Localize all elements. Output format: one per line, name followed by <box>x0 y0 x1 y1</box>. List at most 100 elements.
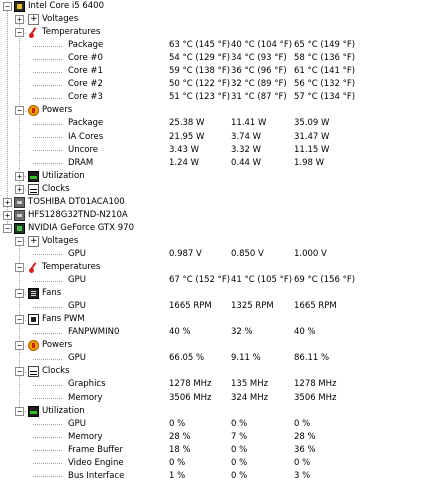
sensor-min: 32 °C (89 °F) <box>231 79 287 90</box>
sensor-min: 135 MHz <box>231 379 269 390</box>
sensor-max: 3506 MHz <box>294 392 337 403</box>
node-label: Utilization <box>42 405 85 416</box>
collapse-icon[interactable]: − <box>15 263 24 272</box>
collapse-icon[interactable]: − <box>15 289 24 299</box>
sensor-max: 1278 MHz <box>294 379 337 390</box>
sensor-row-frame-buffer[interactable]: Frame Buffer 18 % 0 % 36 % <box>0 444 440 457</box>
collapse-icon[interactable]: − <box>15 236 24 246</box>
sensor-max: 1665 RPM <box>294 301 337 312</box>
fan-pwm-icon <box>28 314 39 326</box>
collapse-icon[interactable]: − <box>3 223 12 233</box>
node-label: Temperatures <box>42 262 101 272</box>
sensor-label: DRAM <box>68 157 94 168</box>
expand-icon[interactable]: + <box>3 197 12 207</box>
node-label: TOSHIBA DT01ACA100 <box>28 196 125 207</box>
tree-node-utilization[interactable]: − Utilization <box>0 405 440 418</box>
tree-node-hfs128g32tnd-n210a[interactable]: + HFS128G32TND-N210A <box>0 209 440 222</box>
sensor-label: GPU <box>68 353 86 364</box>
sensor-max: 0 % <box>294 457 311 468</box>
collapse-icon[interactable]: − <box>15 315 24 325</box>
tree-node-temperatures[interactable]: − Temperatures <box>0 26 440 39</box>
sensor-min: 0 % <box>231 444 248 455</box>
collapse-icon[interactable]: − <box>15 28 24 38</box>
sensor-row-graphics[interactable]: Graphics 1278 MHz 135 MHz 1278 MHz <box>0 378 440 391</box>
node-label: Temperatures <box>42 27 101 38</box>
sensor-row-gpu[interactable]: GPU 0 % 0 % 0 % <box>0 418 440 431</box>
sensor-min: 3.74 W <box>231 131 262 142</box>
sensor-value: 63 °C (145 °F) <box>169 40 231 51</box>
sensor-max: 3 % <box>294 470 311 481</box>
thermometer-icon <box>28 262 39 273</box>
sensor-value: 1278 MHz <box>169 379 212 390</box>
sensor-max: 57 °C (134 °F) <box>294 92 356 103</box>
tree-node-toshiba-dt01aca100[interactable]: + TOSHIBA DT01ACA100 <box>0 196 440 209</box>
tree-node-fans-pwm[interactable]: − Fans PWM <box>0 313 440 326</box>
sensor-row-uncore[interactable]: Uncore 3.43 W 3.32 W 11.15 W <box>0 144 440 157</box>
tree-node-fans[interactable]: − Fans <box>0 287 440 300</box>
node-label: Fans PWM <box>42 314 85 325</box>
sensor-min: 0.44 W <box>231 157 262 168</box>
expand-icon[interactable]: + <box>15 184 24 194</box>
collapse-icon[interactable]: − <box>15 341 24 351</box>
sensor-label: Core #1 <box>68 66 103 77</box>
node-label: Voltages <box>42 14 79 25</box>
node-label: Intel Core i5 6400 <box>28 1 104 11</box>
sensor-label: Video Engine <box>68 457 124 468</box>
sensor-value: 51 °C (123 °F) <box>169 92 231 103</box>
sensor-row-core-1[interactable]: Core #1 59 °C (138 °F) 36 °C (96 °F) 61 °C … <box>0 65 440 78</box>
sensor-label: IA Cores <box>68 131 104 142</box>
node-label: Clocks <box>42 366 70 377</box>
sensor-row-gpu[interactable]: GPU 67 °C (152 °F) 41 °C (105 °F) 69 °C (15… <box>0 274 440 287</box>
tree-node-intel-core-i5-6400[interactable]: − Intel Core i5 6400 <box>0 0 440 13</box>
sensor-row-gpu[interactable]: GPU 0.987 V 0.850 V 1.000 V <box>0 248 440 261</box>
sensor-row-memory[interactable]: Memory 3506 MHz 324 MHz 3506 MHz <box>0 392 440 405</box>
clock-icon <box>28 366 39 378</box>
expand-icon[interactable]: + <box>15 15 24 25</box>
expand-icon[interactable]: + <box>3 210 12 220</box>
sensor-row-core-0[interactable]: Core #0 54 °C (129 °F) 34 °C (93 °F) 58 °C … <box>0 52 440 65</box>
sensor-row-package[interactable]: Package 25.38 W 11.41 W 35.09 W <box>0 117 440 130</box>
sensor-max: 56 °C (132 °F) <box>294 79 356 90</box>
voltage-icon <box>28 13 39 26</box>
tree-node-voltages[interactable]: + Voltages <box>0 13 440 26</box>
collapse-icon[interactable]: − <box>15 367 24 377</box>
tree-node-clocks[interactable]: + Clocks <box>0 183 440 196</box>
collapse-icon[interactable]: − <box>15 406 24 416</box>
sensor-max: 65 °C (149 °F) <box>294 40 356 51</box>
sensor-row-core-3[interactable]: Core #3 51 °C (123 °F) 31 °C (87 °F) 57 °C … <box>0 91 440 104</box>
sensor-value: 0 % <box>169 418 186 429</box>
sensor-row-dram[interactable]: DRAM 1.24 W 0.44 W 1.98 W <box>0 157 440 170</box>
cpu-chip-icon <box>14 1 25 12</box>
sensor-row-bus-interface[interactable]: Bus Interface 1 % 0 % 3 % <box>0 470 440 483</box>
tree-node-powers[interactable]: − Powers <box>0 104 440 117</box>
sensor-value: 50 °C (122 °F) <box>169 79 231 90</box>
node-label: Powers <box>42 105 73 116</box>
sensor-value: 25.38 W <box>169 118 205 129</box>
sensor-row-package[interactable]: Package 63 °C (145 °F) 40 °C (104 °F) 65 °C… <box>0 39 440 52</box>
tree-node-powers[interactable]: − Powers <box>0 339 440 352</box>
sensor-row-video-engine[interactable]: Video Engine 0 % 0 % 0 % <box>0 457 440 470</box>
sensor-row-gpu[interactable]: GPU 66.05 % 9.11 % 86.11 % <box>0 352 440 365</box>
tree-node-temperatures[interactable]: − Temperatures <box>0 261 440 274</box>
collapse-icon[interactable]: − <box>15 106 24 116</box>
tree-node-voltages[interactable]: − Voltages <box>0 235 440 248</box>
sensor-label: Package <box>68 40 104 51</box>
sensor-row-core-2[interactable]: Core #2 50 °C (122 °F) 32 °C (89 °F) 56 °C … <box>0 78 440 91</box>
sensor-label: Core #2 <box>68 79 103 90</box>
sensor-max: 36 % <box>294 444 316 455</box>
tree-node-nvidia-geforce-gtx-970[interactable]: − NVIDIA GeForce GTX 970 <box>0 222 440 235</box>
expand-icon[interactable]: + <box>15 171 24 181</box>
tree-node-clocks[interactable]: − Clocks <box>0 365 440 378</box>
power-icon <box>28 340 39 352</box>
sensor-row-gpu[interactable]: GPU 1665 RPM 1325 RPM 1665 RPM <box>0 300 440 313</box>
collapse-icon[interactable]: − <box>3 2 12 11</box>
sensor-label: Graphics <box>68 379 106 390</box>
sensor-row-ia-cores[interactable]: IA Cores 21.95 W 3.74 W 31.47 W <box>0 131 440 144</box>
sensor-label: GPU <box>68 248 86 259</box>
tree-node-utilization[interactable]: + Utilization <box>0 170 440 183</box>
sensor-row-fanpwmin0[interactable]: FANPWMIN0 40 % 32 % 40 % <box>0 326 440 339</box>
voltage-icon <box>28 235 39 248</box>
sensor-max: 28 % <box>294 431 316 442</box>
sensor-row-memory[interactable]: Memory 28 % 7 % 28 % <box>0 431 440 444</box>
sensor-value: 0 % <box>169 457 186 468</box>
